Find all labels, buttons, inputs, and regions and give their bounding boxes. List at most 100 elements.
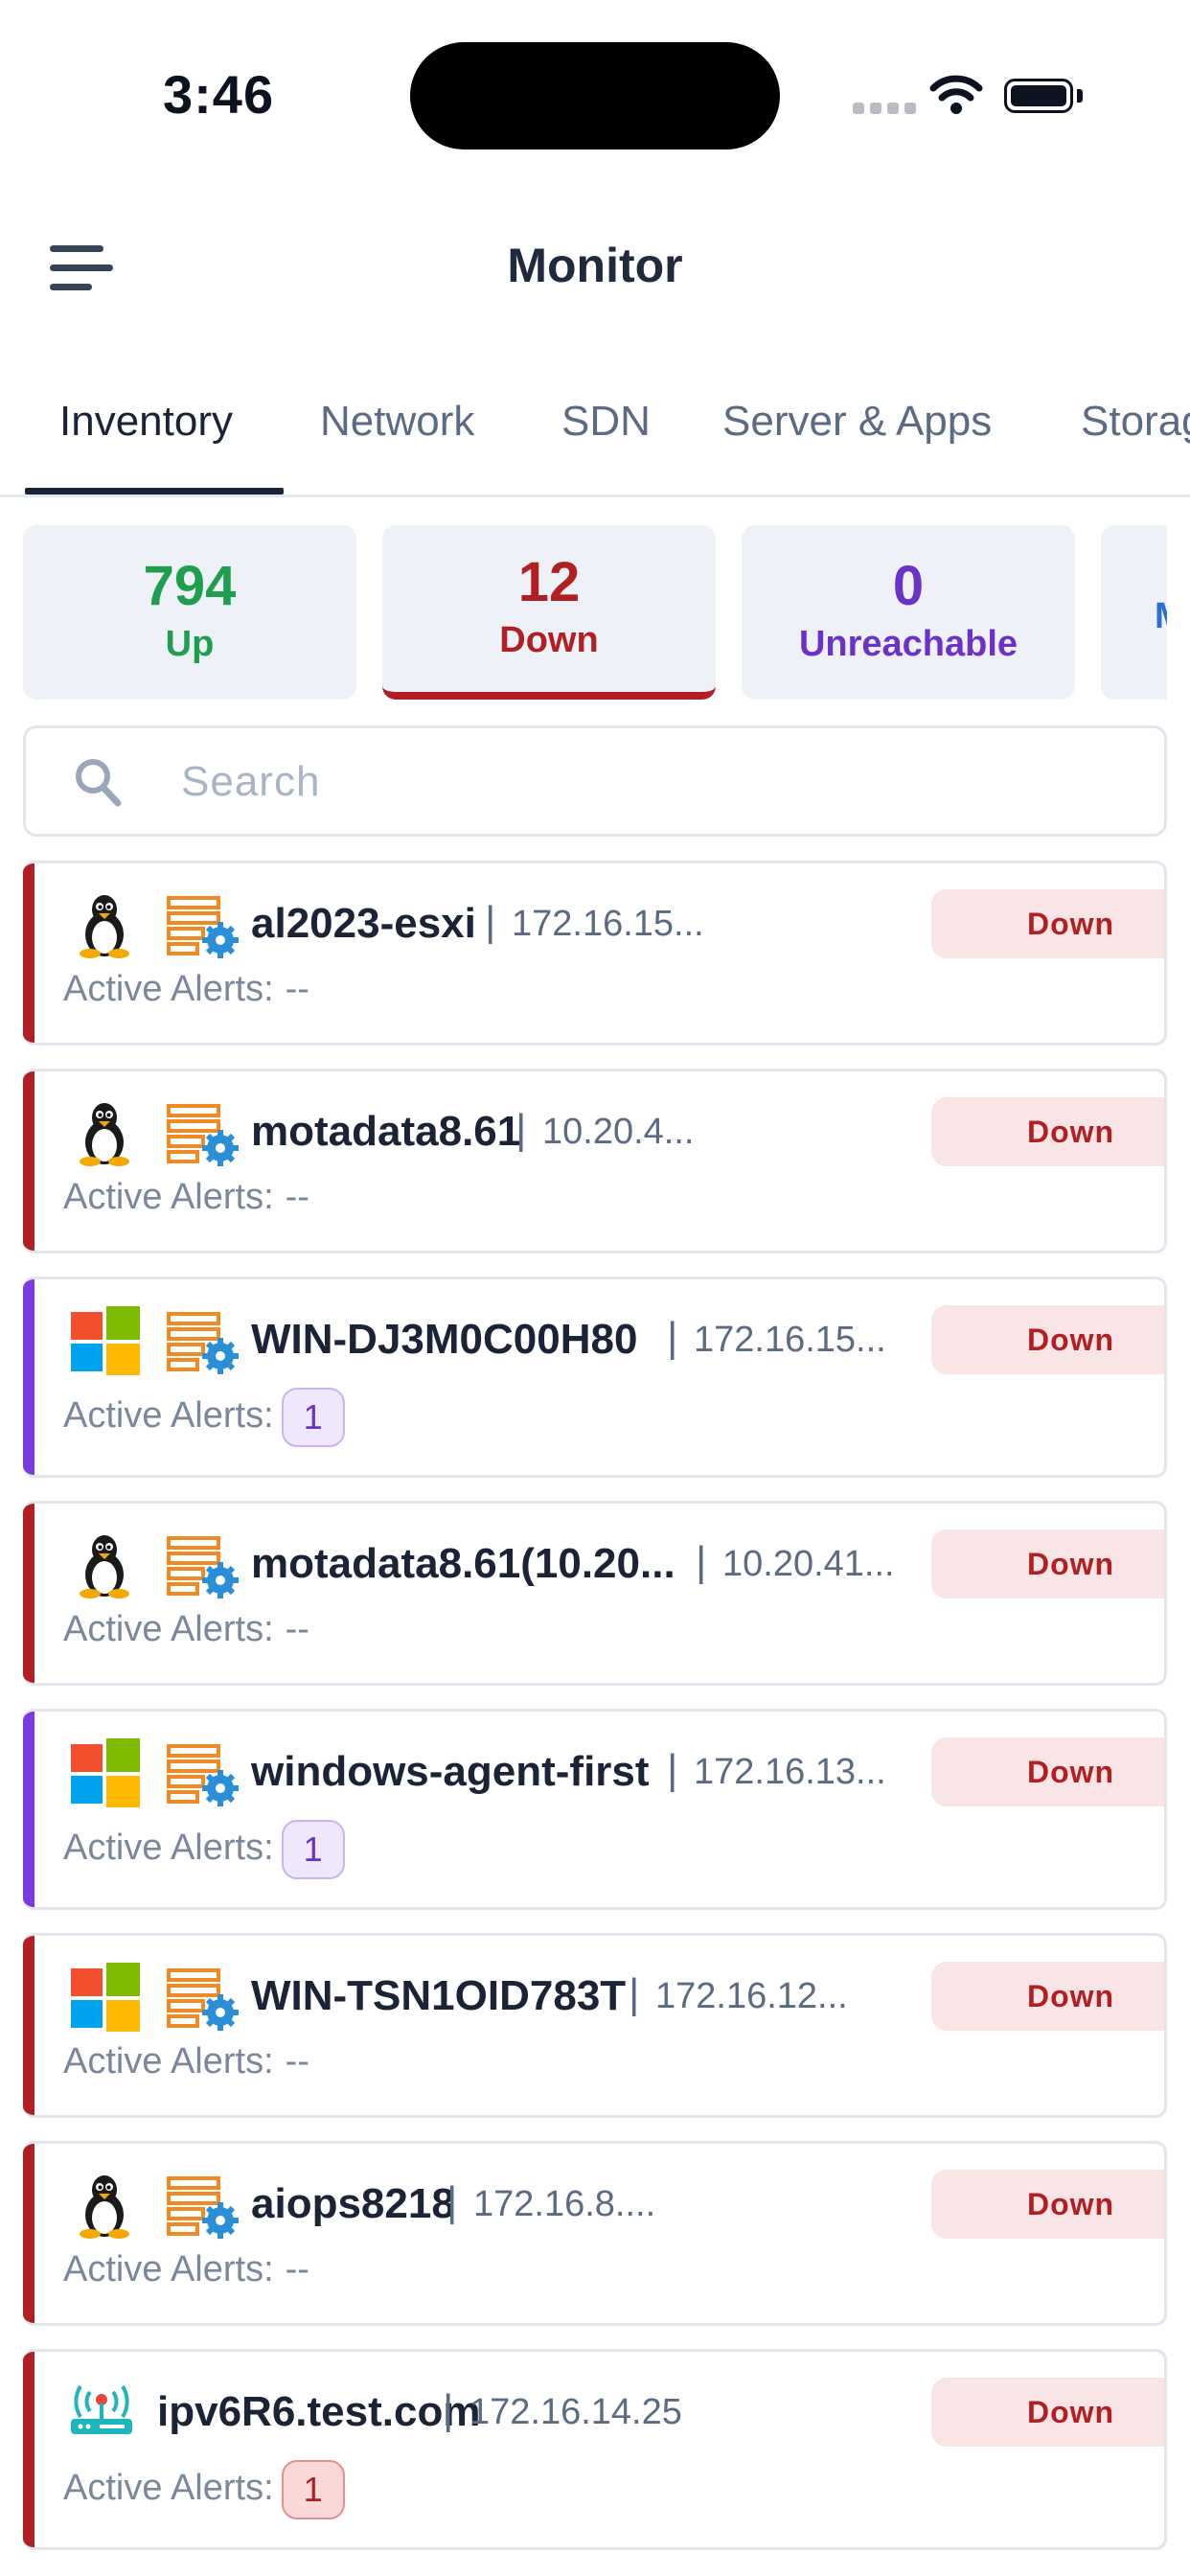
tab-storage[interactable]: Storage [1081,398,1190,446]
device-card[interactable]: windows-agent-first | 172.16.13... Down Acti… [23,1709,1167,1910]
status-time: 3:46 [163,64,275,125]
device-card[interactable]: WIN-DJ3M0C00H80 | 172.16.15... Down Active A… [23,1276,1167,1478]
summary-up-label: Up [165,624,215,664]
tab-inventory[interactable]: Inventory [59,398,233,446]
device-name: aiops8218 [251,2180,455,2227]
active-alerts-row: Active Alerts: -- [63,1177,309,1218]
agent-config-icon [167,1312,240,1375]
device-name: windows-agent-first [251,1748,650,1795]
device-ip: 10.20.4... [542,1112,695,1152]
active-alerts-label: Active Alerts: [63,2249,274,2289]
status-badge: Down [931,889,1164,958]
severity-bar [23,1279,34,1475]
device-ip: 172.16.14.25 [469,2392,682,2432]
status-badge-label: Down [1027,1755,1115,1789]
severity-bar [23,2144,34,2323]
search-box [23,725,1167,837]
windows-icon [71,1963,140,2032]
status-badge: Down [931,1962,1164,2031]
windows-icon [71,1738,140,1807]
linux-icon [73,1098,136,1167]
status-badge-label: Down [1027,907,1115,941]
device-ip: 172.16.12... [655,1976,848,2016]
separator: | [696,1538,707,1585]
severity-bar [23,1504,34,1683]
summary-unreachable-card[interactable]: 0 Unreachable [742,525,1075,700]
search-icon [76,759,122,807]
alert-count: -- [285,1609,309,1649]
alert-count-badge[interactable]: 1 [281,1820,345,1879]
tab-bar: Inventory Network SDN Server & Apps Stor… [0,369,1190,497]
status-badge-label: Down [1027,2187,1115,2221]
device-card[interactable]: WIN-TSN1OID783T | 172.16.12... Down Active A… [23,1933,1167,2118]
linux-icon [73,890,136,959]
windows-icon [71,1306,140,1375]
severity-bar [23,863,34,1043]
separator: | [667,1746,678,1793]
active-alerts-row: Active Alerts: 1 [63,1820,345,1879]
device-card[interactable]: aiops8218 | 172.16.8.... Down Active Alerts:… [23,2141,1167,2326]
device-name: WIN-DJ3M0C00H80 [251,1316,638,1363]
device-ip: 172.16.13... [694,1752,886,1792]
severity-bar [23,1712,34,1907]
active-alerts-label: Active Alerts: [63,2041,274,2082]
device-card[interactable]: ipv6R6.test.com | 172.16.14.25 Down Active A… [23,2349,1167,2550]
device-list: al2023-esxi | 172.16.15... Down Active Alert… [23,861,1167,2573]
separator: | [443,2386,454,2433]
status-summary: 794 Up 12 Down 0 Unreachable Maintenance [0,525,1167,702]
separator: | [446,2178,458,2225]
device-name: motadata8.61(10.20... [251,1540,675,1587]
status-badge: Down [931,1530,1164,1598]
status-badge-label: Down [1027,1979,1115,2013]
device-card[interactable]: motadata8.61(10.20... | 10.20.41... Down Act… [23,1501,1167,1686]
device-name: ipv6R6.test.com [157,2388,481,2435]
alert-count: -- [285,2041,309,2082]
summary-up-card[interactable]: 794 Up [23,525,356,700]
active-alerts-row: Active Alerts: -- [63,2249,309,2290]
status-badge-label: Down [1027,1547,1115,1581]
active-alerts-label: Active Alerts: [63,1609,274,1649]
device-ip: 172.16.8.... [473,2184,656,2224]
summary-maintenance-label: Maintenance [1101,596,1167,637]
summary-up-count: 794 [143,555,237,617]
active-alerts-row: Active Alerts: -- [63,969,309,1010]
tab-network[interactable]: Network [320,398,474,446]
active-alerts-label: Active Alerts: [63,1177,274,1217]
alert-count-badge[interactable]: 1 [281,1388,345,1447]
battery-icon [1004,79,1073,113]
search-input[interactable] [179,748,1122,816]
device-name: motadata8.61 [251,1108,521,1155]
agent-config-icon [167,1968,240,2032]
agent-config-icon [167,1536,240,1599]
active-alerts-label: Active Alerts: [63,969,274,1009]
status-badge-label: Down [1027,2395,1115,2429]
active-tab-indicator [25,488,284,494]
active-alerts-row: Active Alerts: 1 [63,2460,345,2519]
page-title: Monitor [507,239,683,292]
device-name: al2023-esxi [251,900,476,947]
device-card[interactable]: al2023-esxi | 172.16.15... Down Active Alert… [23,861,1167,1046]
summary-down-count: 12 [517,551,581,613]
summary-maintenance-card[interactable]: Maintenance [1101,525,1167,700]
alert-count: -- [285,2249,309,2289]
status-badge-label: Down [1027,1115,1115,1149]
router-icon [67,2379,136,2448]
agent-config-icon [167,896,240,959]
separator: | [667,1314,678,1361]
status-badge: Down [931,2170,1164,2239]
linux-icon [73,1530,136,1599]
active-alerts-row: Active Alerts: -- [63,2041,309,2082]
tab-server-apps[interactable]: Server & Apps [722,398,992,446]
separator: | [485,898,496,945]
severity-bar [23,1936,34,2115]
tab-sdn[interactable]: SDN [561,398,651,446]
summary-down-card[interactable]: 12 Down [382,525,716,700]
app-header: Monitor [0,211,1190,326]
separator: | [629,1970,640,2017]
separator: | [515,1106,527,1153]
active-alerts-label: Active Alerts: [63,2468,274,2509]
status-bar: 3:46 [0,0,1190,182]
alert-count-badge[interactable]: 1 [281,2460,345,2519]
summary-down-label: Down [499,620,599,660]
device-card[interactable]: motadata8.61 | 10.20.4... Down Active Alerts… [23,1069,1167,1254]
